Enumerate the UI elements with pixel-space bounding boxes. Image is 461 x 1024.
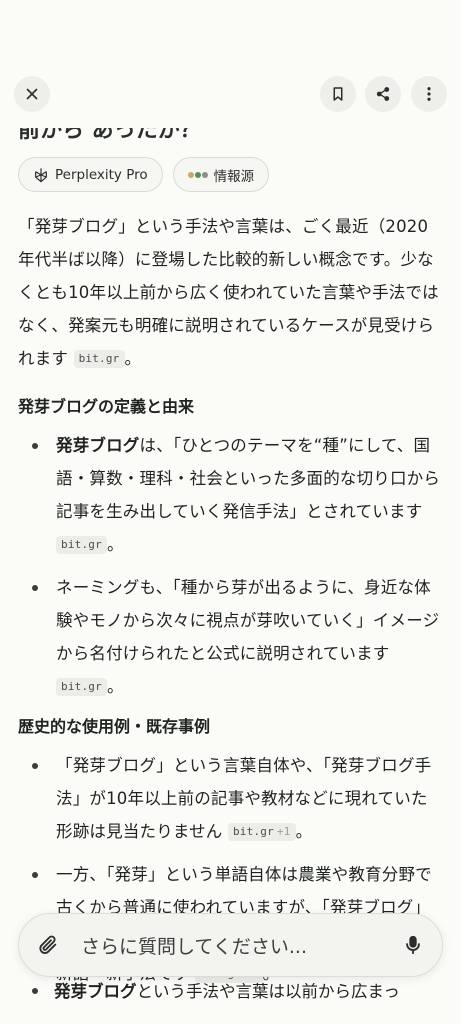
list-item-bold: 発芽ブログ xyxy=(56,436,140,455)
close-icon xyxy=(26,88,38,100)
intro-text: 「発芽ブログ」という手法や言葉は、ごく最近（2020年代半ば以降）に登場した比較… xyxy=(18,217,439,368)
perplexity-logo-icon xyxy=(35,167,47,182)
answer-screen: 前から あったか？ Perplexity Pro 情報源 「発芽ブログ」という手… xyxy=(0,0,461,1024)
answer-body: 「発芽ブログ」という手法や言葉は、ごく最近（2020年代半ば以降）に登場した比較… xyxy=(18,210,443,1000)
definition-list: 発芽ブログは、「ひとつのテーマを“種”にして、国語・算数・理科・社会といった多面… xyxy=(18,429,443,703)
citation-source: bit.gr xyxy=(232,825,274,838)
perplexity-pro-chip[interactable]: Perplexity Pro xyxy=(18,157,163,192)
more-options-button[interactable] xyxy=(411,76,447,112)
list-item: 発芽ブログは、「ひとつのテーマを“種”にして、国語・算数・理科・社会といった多面… xyxy=(18,429,443,561)
citation-badge[interactable]: bit.gr xyxy=(56,678,107,696)
bullet-dot xyxy=(32,988,38,994)
share-icon xyxy=(376,87,390,101)
intro-end: 。 xyxy=(124,349,142,368)
follow-up-input[interactable]: さらに質問してください... xyxy=(81,932,402,959)
citation-badge[interactable]: bit.gr xyxy=(56,536,107,554)
citation-badge[interactable]: bit.gr+1 xyxy=(227,823,296,841)
list-item-end: 。 xyxy=(106,535,124,554)
citation-badge[interactable]: bit.gr xyxy=(73,350,125,368)
sources-chip[interactable]: 情報源 xyxy=(172,157,270,192)
top-bar xyxy=(0,0,461,130)
microphone-icon[interactable] xyxy=(402,934,424,956)
list-item: 発芽ブログという手法や言葉は以前から広まっ xyxy=(18,978,443,1006)
paperclip-icon[interactable] xyxy=(37,934,59,956)
source-favicons-icon xyxy=(187,171,208,178)
list-item-end: 。 xyxy=(295,822,313,841)
sources-label: 情報源 xyxy=(213,168,255,185)
close-button[interactable] xyxy=(14,76,50,112)
bookmark-icon xyxy=(333,87,343,101)
list-item: ネーミングも、「種から芽が出るように、身近な体験やモノから次々に視点が芽吹いてい… xyxy=(18,571,443,703)
bottom-text: という手法や言葉は以前から広まっ xyxy=(136,982,400,1001)
bottom-bold: 発芽ブログ xyxy=(54,982,137,1001)
follow-up-composer[interactable]: さらに質問してください... xyxy=(18,913,443,977)
share-button[interactable] xyxy=(365,76,401,112)
list-item: 「発芽ブログ」という言葉自体や、「発芽ブログ手法」が10年以上前の記事や教材など… xyxy=(18,749,443,848)
list-item-text: ネーミングも、「種から芽が出るように、身近な体験やモノから次々に視点が芽吹いてい… xyxy=(56,578,440,663)
list-item-end: 。 xyxy=(106,677,124,696)
intro-paragraph: 「発芽ブログ」という手法や言葉は、ごく最近（2020年代半ば以降）に登場した比較… xyxy=(18,210,443,375)
bookmark-button[interactable] xyxy=(320,76,356,112)
perplexity-pro-label: Perplexity Pro xyxy=(55,166,148,183)
section-heading-history: 歴史的な使用例・既存事例 xyxy=(18,717,211,736)
citation-more: +1 xyxy=(276,825,291,838)
answer-chips: Perplexity Pro 情報源 xyxy=(18,157,270,192)
section-heading-definition: 発芽ブログの定義と由来 xyxy=(18,397,195,416)
more-vertical-icon xyxy=(427,87,431,101)
